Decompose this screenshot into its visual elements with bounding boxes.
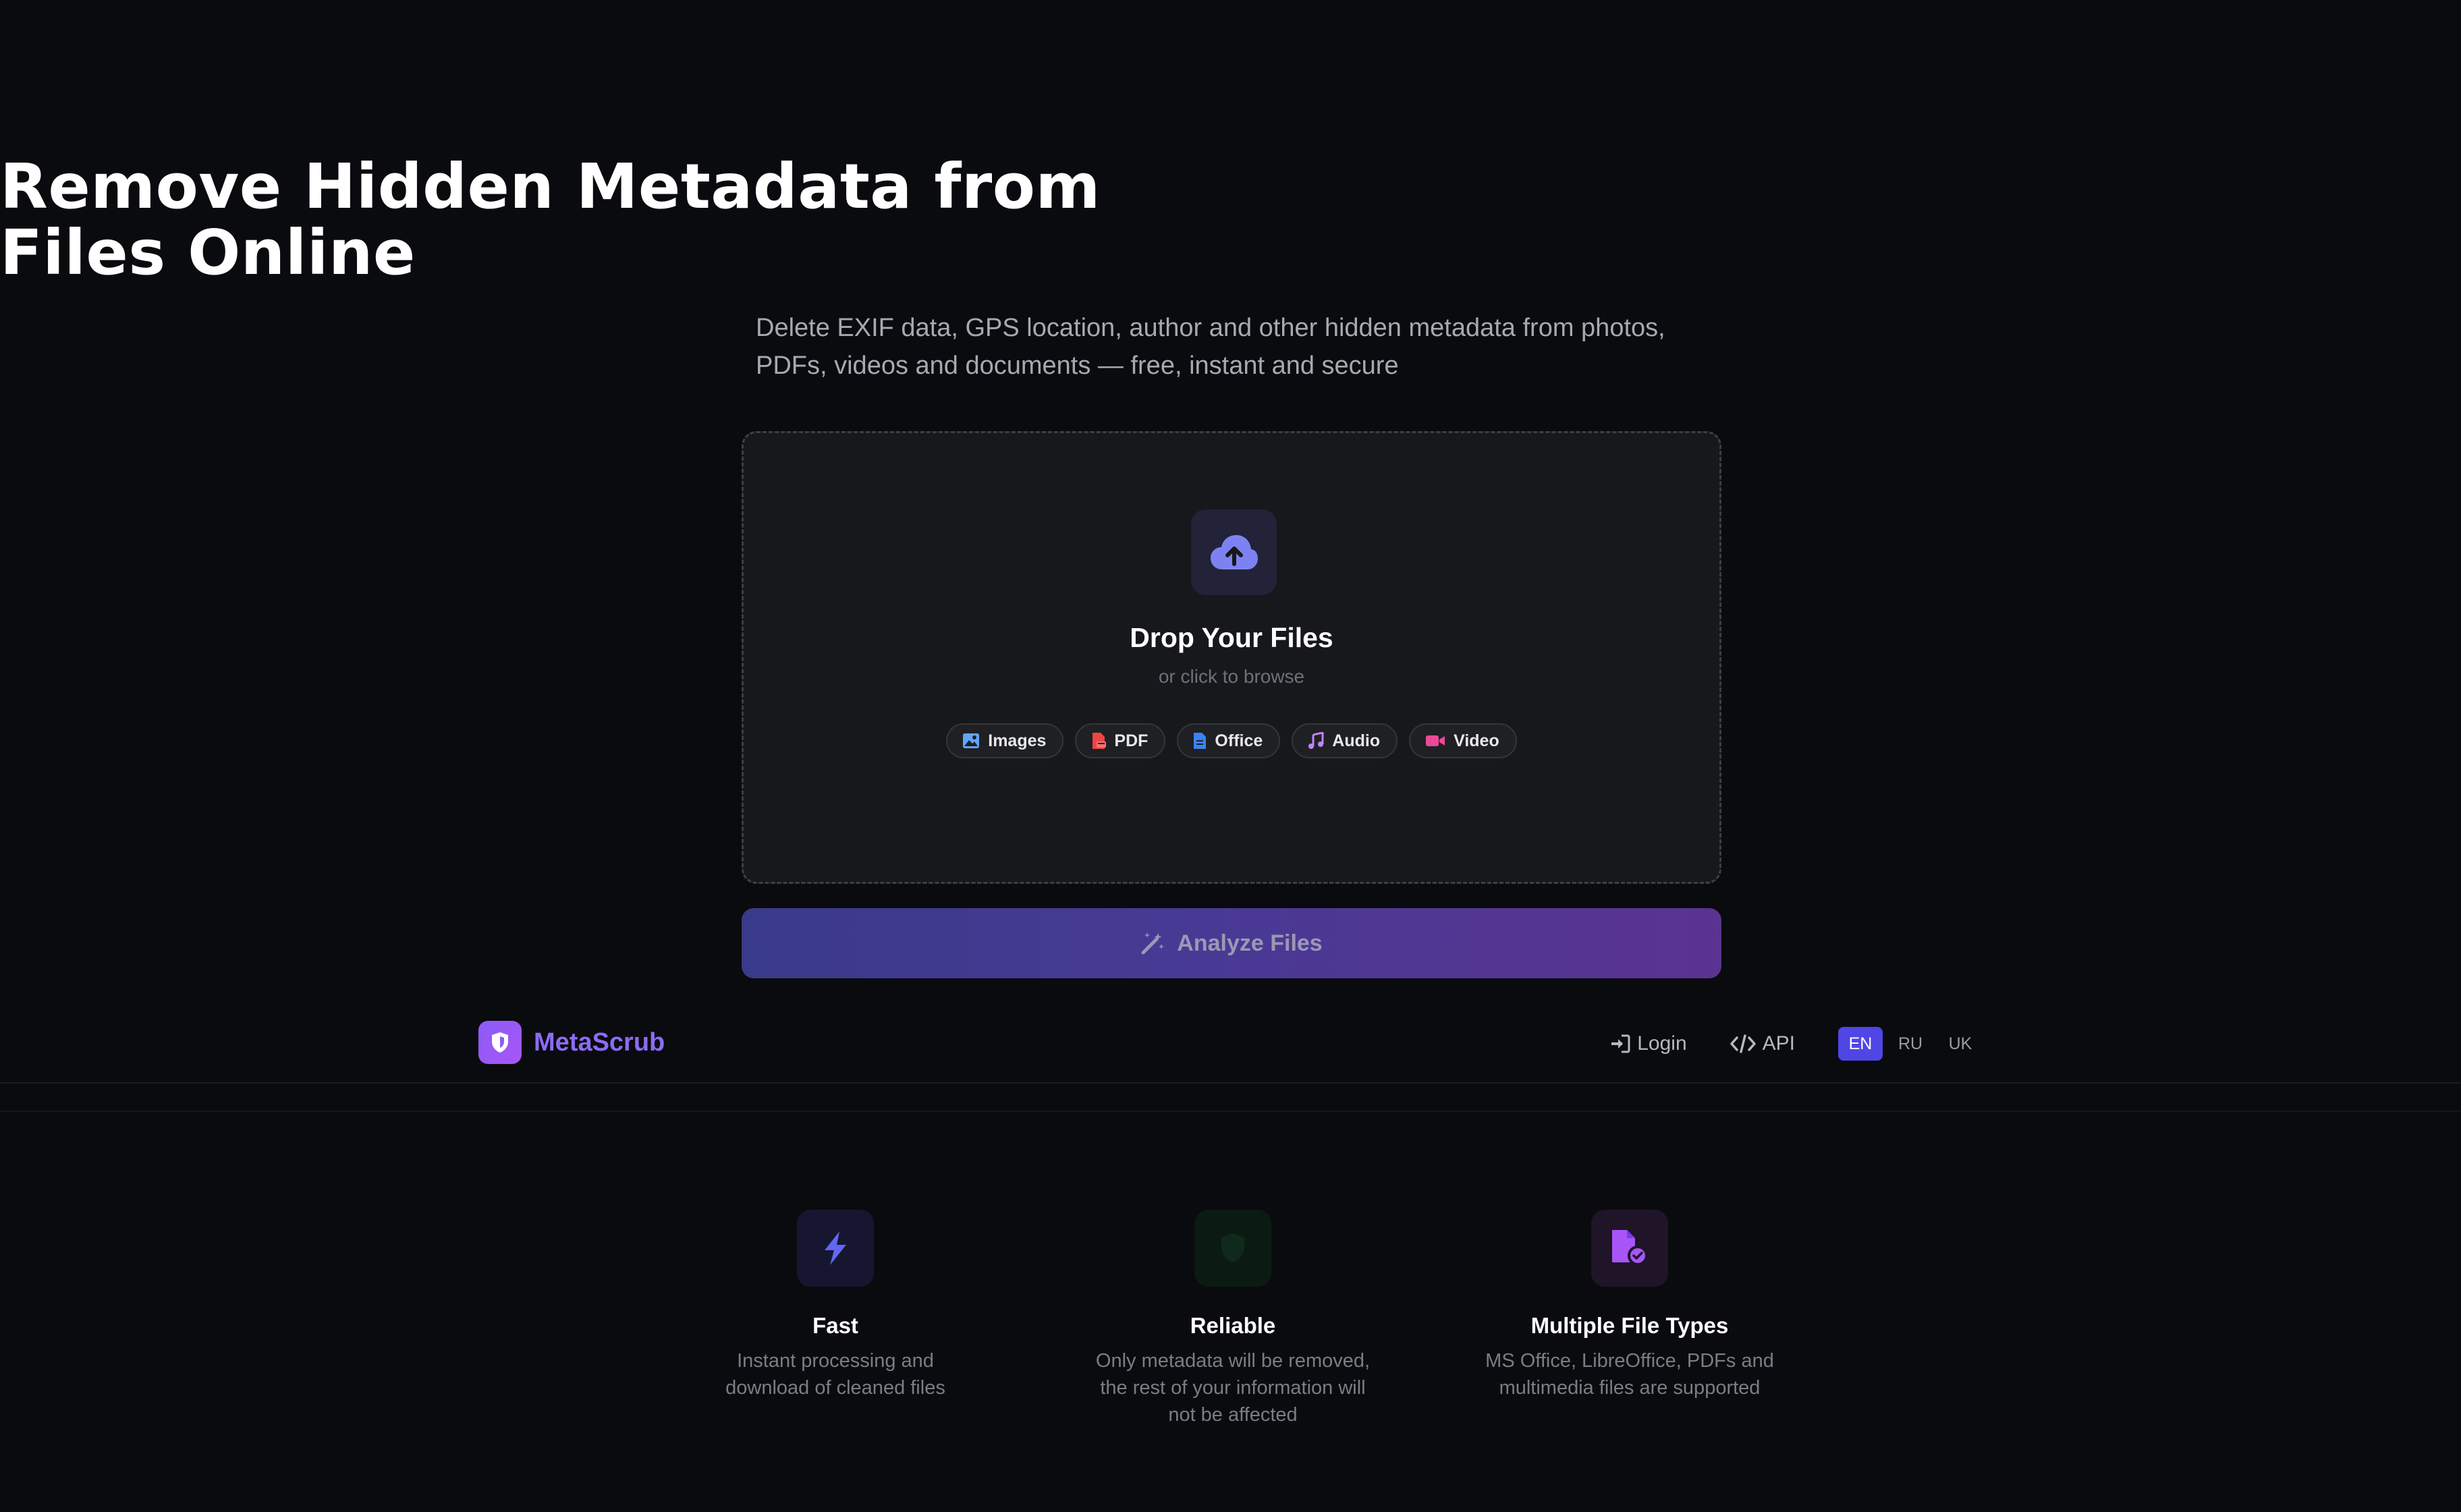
chip-pdf-label: PDF [1114, 731, 1149, 750]
navbar: MetaScrub Login API EN RU UK [0, 1012, 2461, 1084]
feature-reliable-desc-line3: not be affected [1168, 1404, 1298, 1426]
feature-fast: Fast Instant processing and download of … [660, 1210, 1011, 1401]
page-title: Remove Hidden Metadata from Files Online [0, 154, 2461, 286]
feature-file-types-desc: MS Office, LibreOffice, PDFs and multime… [1454, 1347, 1805, 1401]
feature-fast-desc-line2: download of cleaned files [725, 1377, 945, 1399]
feature-file-types-desc-line1: MS Office, LibreOffice, PDFs and [1485, 1350, 1774, 1372]
lightning-icon [825, 1231, 846, 1265]
page-subtitle-line2: PDFs, videos and documents — free, insta… [756, 352, 1399, 380]
analyze-files-label: Analyze Files [1177, 930, 1323, 956]
drop-title: Drop Your Files [1130, 622, 1333, 653]
drop-subtitle: or click to browse [1158, 666, 1305, 687]
feature-reliable-desc: Only metadata will be removed, the rest … [1057, 1347, 1408, 1428]
image-icon [963, 733, 980, 748]
video-camera-icon [1426, 735, 1445, 746]
lang-en-button[interactable]: EN [1838, 1027, 1883, 1061]
upload-icon-container [1191, 509, 1277, 595]
chip-audio-label: Audio [1332, 731, 1381, 750]
magic-wand-icon [1141, 932, 1165, 955]
feature-reliable-desc-line1: Only metadata will be removed, [1095, 1350, 1371, 1372]
cloud-upload-icon [1210, 534, 1258, 569]
page: Remove Hidden Metadata from Files Online… [0, 0, 2461, 1512]
chip-office: Office [1177, 723, 1281, 758]
analyze-files-button[interactable]: Analyze Files [742, 908, 1721, 978]
feature-reliable-desc-line2: the rest of your information will [1100, 1377, 1366, 1399]
feature-fast-desc-line1: Instant processing and [737, 1350, 934, 1372]
feature-file-types-desc-line2: multimedia files are supported [1499, 1377, 1761, 1399]
check-shield-icon [1221, 1233, 1244, 1262]
shield-icon [492, 1032, 508, 1053]
chip-pdf: PDF [1075, 723, 1166, 758]
feature-file-types-icon-box [1591, 1210, 1668, 1287]
page-title-line2: Files Online [0, 217, 416, 289]
chip-images: Images [946, 723, 1064, 758]
document-icon [1194, 733, 1207, 749]
login-link[interactable]: Login [1610, 1032, 1687, 1055]
chip-office-label: Office [1215, 731, 1263, 750]
feature-fast-desc: Instant processing and download of clean… [660, 1347, 1011, 1401]
lang-uk-button[interactable]: UK [1938, 1027, 1983, 1061]
login-icon [1611, 1034, 1630, 1053]
brand-logo [478, 1021, 522, 1064]
file-check-icon [1612, 1230, 1648, 1266]
file-type-chips: Images PDF Office Audio Video [744, 723, 1719, 758]
login-label: Login [1637, 1032, 1687, 1055]
lang-ru-button[interactable]: RU [1888, 1027, 1933, 1061]
feature-reliable-icon-box [1194, 1210, 1271, 1287]
brand-name: MetaScrub [534, 1028, 665, 1057]
feature-file-types-title: Multiple File Types [1530, 1313, 1729, 1338]
code-icon [1730, 1034, 1756, 1053]
music-note-icon [1308, 732, 1324, 749]
language-switcher: EN RU UK [1838, 1027, 1983, 1061]
chip-images-label: Images [988, 731, 1047, 750]
chip-video-label: Video [1454, 731, 1499, 750]
feature-fast-title: Fast [812, 1313, 858, 1338]
feature-fast-icon-box [797, 1210, 874, 1287]
page-title-line1: Remove Hidden Metadata from [0, 150, 1101, 223]
page-subtitle-line1: Delete EXIF data, GPS location, author a… [756, 314, 1665, 342]
file-drop-zone[interactable]: Drop Your Files or click to browse Image… [742, 431, 1721, 884]
page-subtitle: Delete EXIF data, GPS location, author a… [756, 309, 1705, 385]
feature-file-types: Multiple File Types MS Office, LibreOffi… [1454, 1210, 1805, 1401]
chip-audio: Audio [1292, 723, 1398, 758]
api-label: API [1762, 1032, 1795, 1055]
brand-link[interactable]: MetaScrub [478, 1021, 665, 1064]
chip-video: Video [1409, 723, 1517, 758]
api-link[interactable]: API [1730, 1032, 1795, 1055]
nav-right: Login API EN RU UK [1610, 1027, 1983, 1061]
pdf-file-icon [1093, 733, 1107, 749]
feature-reliable: Reliable Only metadata will be removed, … [1057, 1210, 1408, 1428]
section-divider [0, 1111, 2461, 1112]
feature-reliable-title: Reliable [1190, 1313, 1276, 1338]
